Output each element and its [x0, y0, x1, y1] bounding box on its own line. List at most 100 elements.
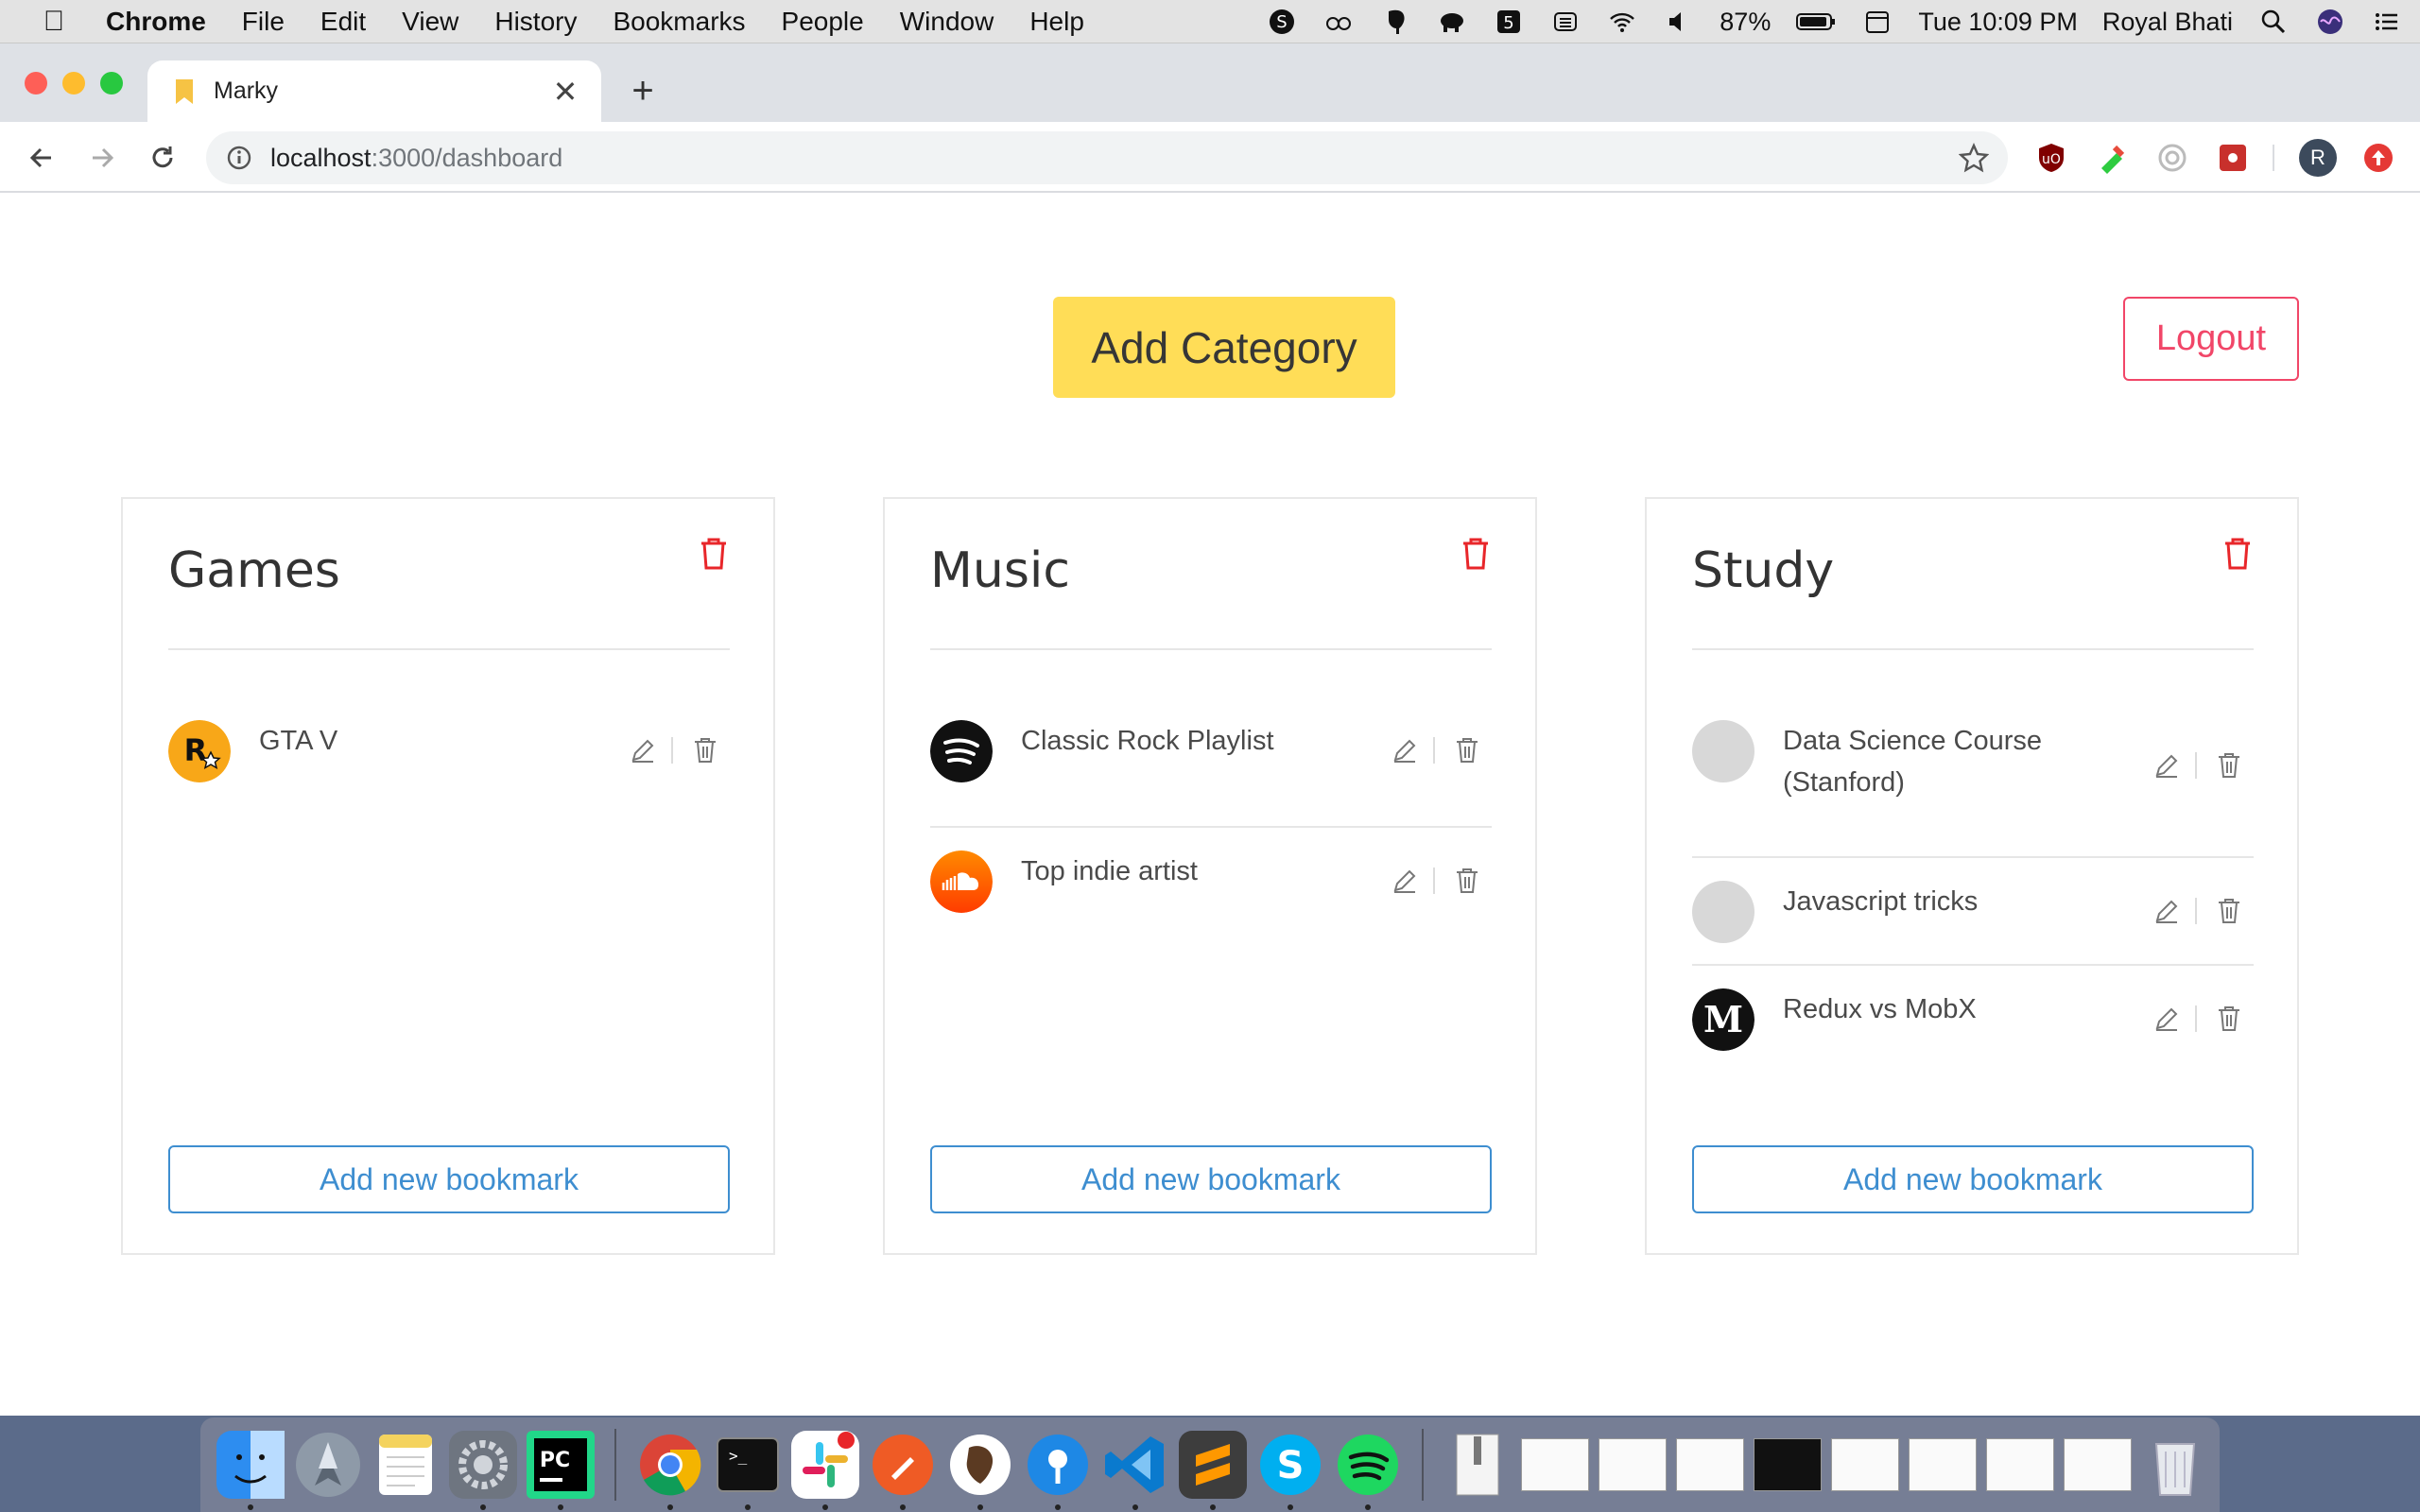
bookmark-label[interactable]: Data Science Course (Stanford) — [1783, 720, 2123, 803]
menu-app-name[interactable]: Chrome — [106, 7, 206, 37]
spotlight-search-icon[interactable] — [2257, 6, 2290, 38]
minimized-window-thumbnail[interactable] — [1986, 1438, 2054, 1491]
notification-center-icon[interactable] — [2371, 6, 2403, 38]
chrome-dock-icon[interactable] — [636, 1431, 704, 1510]
vscode-dock-icon[interactable] — [1101, 1431, 1169, 1510]
close-window-button[interactable] — [25, 72, 47, 94]
minimized-window-thumbnail[interactable] — [1676, 1438, 1744, 1491]
menu-people[interactable]: People — [782, 7, 864, 37]
close-tab-icon[interactable]: ✕ — [548, 74, 582, 110]
delete-category-button[interactable] — [1460, 537, 1492, 571]
edit-bookmark-button[interactable] — [2152, 1004, 2182, 1034]
colorpicker-extension-icon[interactable] — [2093, 139, 2131, 177]
react-devtools-extension-icon[interactable] — [2214, 139, 2252, 177]
edit-bookmark-button[interactable] — [2152, 750, 2182, 781]
siri-icon[interactable] — [2314, 6, 2346, 38]
menu-file[interactable]: File — [242, 7, 285, 37]
sublime-dock-icon[interactable] — [1179, 1431, 1247, 1510]
finder-dock-icon[interactable] — [216, 1431, 285, 1510]
add-category-button[interactable]: Add Category — [1053, 297, 1395, 398]
bookmark-label[interactable]: Classic Rock Playlist — [1021, 720, 1361, 762]
bookmark-item[interactable]: Top indie artist — [930, 828, 1492, 936]
battery-icon[interactable] — [1795, 6, 1837, 38]
bookmark-item[interactable]: Javascript tricks — [1692, 858, 2254, 966]
delete-category-button[interactable] — [2221, 537, 2254, 571]
delete-category-button[interactable] — [698, 537, 730, 571]
edit-bookmark-button[interactable] — [1390, 866, 1420, 896]
menu-view[interactable]: View — [402, 7, 458, 37]
bookmark-label[interactable]: GTA V — [259, 720, 599, 762]
menu-window[interactable]: Window — [900, 7, 994, 37]
delete-bookmark-button[interactable] — [1452, 735, 1482, 765]
menu-edit[interactable]: Edit — [320, 7, 366, 37]
spotify-dock-icon[interactable] — [1334, 1431, 1402, 1510]
wifi-icon[interactable] — [1606, 6, 1638, 38]
profile-avatar[interactable]: R — [2299, 139, 2337, 177]
delete-bookmark-button[interactable] — [2214, 750, 2244, 781]
postgres-tray-icon[interactable] — [1379, 6, 1411, 38]
tab-marky[interactable]: Marky ✕ — [147, 60, 601, 122]
address-bar[interactable]: localhost:3000/dashboard — [206, 131, 2008, 184]
bookmark-label[interactable]: Redux vs MobX — [1783, 988, 2123, 1030]
forward-button[interactable] — [83, 139, 121, 177]
keyboard-tray-icon[interactable] — [1549, 6, 1582, 38]
delete-bookmark-button[interactable] — [690, 735, 720, 765]
minimized-window-thumbnail[interactable] — [2064, 1438, 2132, 1491]
tableplus-dock-icon[interactable] — [946, 1431, 1014, 1510]
terminal-dock-icon[interactable]: >_ — [714, 1431, 782, 1510]
menu-help[interactable]: Help — [1029, 7, 1084, 37]
edit-bookmark-button[interactable] — [1390, 735, 1420, 765]
menu-history[interactable]: History — [494, 7, 577, 37]
skype-tray-icon[interactable]: S — [1266, 6, 1298, 38]
trash-dock-icon[interactable] — [2141, 1431, 2209, 1499]
minimized-window-thumbnail[interactable] — [1521, 1438, 1589, 1491]
edit-bookmark-button[interactable] — [2152, 896, 2182, 926]
calendar-tray-icon[interactable] — [1861, 6, 1893, 38]
new-tab-button[interactable]: + — [626, 70, 660, 112]
minimized-window-thumbnail[interactable] — [1831, 1438, 1899, 1491]
launchpad-dock-icon[interactable] — [294, 1431, 362, 1499]
skype-dock-icon[interactable]: S — [1256, 1431, 1324, 1510]
bookmark-label[interactable]: Javascript tricks — [1783, 881, 2123, 922]
pycharm-dock-icon[interactable]: PC — [527, 1431, 595, 1510]
menubar-user[interactable]: Royal Bhati — [2102, 8, 2233, 37]
site-info-icon[interactable] — [225, 144, 253, 172]
menu-bookmarks[interactable]: Bookmarks — [613, 7, 745, 37]
system-preferences-dock-icon[interactable] — [449, 1431, 517, 1510]
bookmark-item[interactable]: M Redux vs MobX — [1692, 966, 2254, 1074]
glasses-tray-icon[interactable] — [1322, 6, 1355, 38]
notes-dock-icon[interactable] — [372, 1431, 440, 1499]
reload-button[interactable] — [144, 139, 182, 177]
apple-menu-icon[interactable]:  — [38, 6, 70, 38]
volume-icon[interactable] — [1663, 6, 1695, 38]
postman-dock-icon[interactable] — [869, 1431, 937, 1510]
logout-button[interactable]: Logout — [2123, 297, 2299, 381]
minimized-window-thumbnail[interactable] — [1754, 1438, 1822, 1491]
bookmark-label[interactable]: Top indie artist — [1021, 850, 1361, 892]
add-bookmark-button[interactable]: Add new bookmark — [930, 1145, 1492, 1213]
zoom-window-button[interactable] — [100, 72, 123, 94]
slack-dock-icon[interactable] — [791, 1431, 859, 1510]
edit-bookmark-button[interactable] — [628, 735, 658, 765]
elephant-tray-icon[interactable] — [1436, 6, 1468, 38]
target-extension-icon[interactable] — [2153, 139, 2191, 177]
bookmark-item[interactable]: R GTA V — [168, 720, 730, 828]
menubar-clock[interactable]: Tue 10:09 PM — [1918, 8, 2078, 37]
ublock-extension-icon[interactable]: uO — [2032, 139, 2070, 177]
update-extension-icon[interactable] — [2360, 139, 2397, 177]
add-bookmark-button[interactable]: Add new bookmark — [1692, 1145, 2254, 1213]
bookmark-star-icon[interactable] — [1959, 143, 1989, 173]
minimize-window-button[interactable] — [62, 72, 85, 94]
bookmark-item[interactable]: Classic Rock Playlist — [930, 720, 1492, 828]
dollar-tray-icon[interactable]: 5 — [1493, 6, 1525, 38]
back-button[interactable] — [23, 139, 60, 177]
add-bookmark-button[interactable]: Add new bookmark — [168, 1145, 730, 1213]
bookmark-item[interactable]: Data Science Course (Stanford) — [1692, 720, 2254, 858]
delete-bookmark-button[interactable] — [2214, 896, 2244, 926]
delete-bookmark-button[interactable] — [1452, 866, 1482, 896]
zip-file-dock-icon[interactable] — [1443, 1431, 1512, 1499]
minimized-window-thumbnail[interactable] — [1909, 1438, 1977, 1491]
delete-bookmark-button[interactable] — [2214, 1004, 2244, 1034]
minimized-window-thumbnail[interactable] — [1599, 1438, 1667, 1491]
pinpoint-dock-icon[interactable] — [1024, 1431, 1092, 1510]
